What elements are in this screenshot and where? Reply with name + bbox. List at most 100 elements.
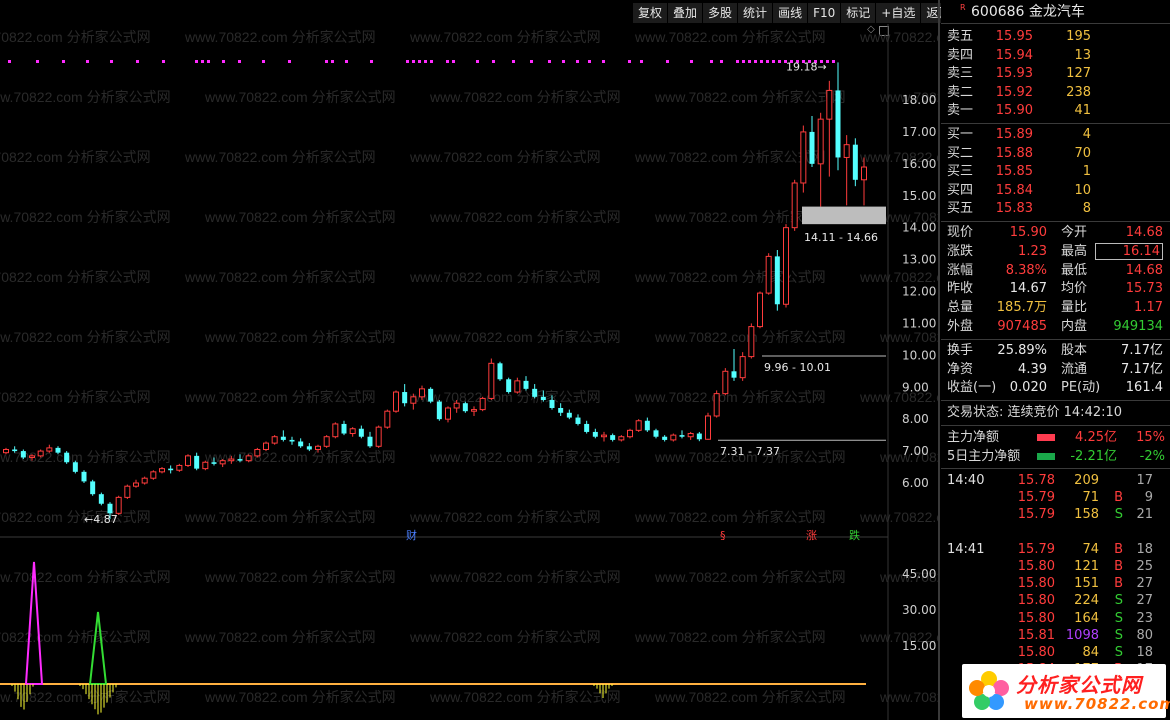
kline-chart[interactable]: www.70822.com 分析家公式网 www.70822.com 分析家公式网…	[0, 24, 938, 720]
flow-row[interactable]: 主力净额 4.25亿 15%	[941, 428, 1170, 447]
toolbar-button-2[interactable]: 多股	[703, 3, 738, 23]
signal-dot	[778, 60, 781, 63]
sell-levels-row[interactable]: 卖五 15.95 195	[941, 28, 1170, 47]
sell-levels-row[interactable]: 卖三 15.93 127	[941, 65, 1170, 84]
event-marker: 涨	[806, 529, 817, 542]
toolbar-button-1[interactable]: 叠加	[668, 3, 703, 23]
resistance-zone	[802, 206, 886, 225]
candle-body	[150, 471, 157, 479]
candle-body	[627, 429, 633, 438]
buy-levels-row[interactable]: 买一 15.89 4	[941, 126, 1170, 145]
toolbar-button-3[interactable]: 统计	[738, 3, 773, 23]
toolbar-button-0[interactable]: 复权	[633, 3, 668, 23]
stat-label: 今开	[1061, 224, 1088, 240]
candle-body	[72, 462, 78, 472]
candle-body	[358, 428, 364, 437]
sell-order-book: 卖五 15.95 195 卖四 15.94 13 卖三 15.93 127 卖二 15.92 238 卖…	[941, 28, 1170, 121]
sell-levels-row[interactable]: 卖二 15.92 238	[941, 84, 1170, 103]
signal-dot	[222, 60, 225, 63]
candle-body	[428, 388, 434, 402]
watermark-text: www.70822.com 分析家公式网	[184, 29, 376, 45]
signal-dots	[8, 60, 835, 63]
candle-body	[532, 388, 538, 397]
event-markers: 财 § 涨 跌	[406, 528, 860, 542]
signal-dot	[418, 60, 421, 63]
capital-flow: 主力净额 4.25亿 15% 5日主力净额 -2.21亿 -2%	[941, 428, 1170, 466]
stat-value: 161.4	[1125, 380, 1163, 396]
price-tick-label: 11.00	[902, 316, 936, 330]
stat-label: 净资	[947, 361, 974, 377]
watermark-text: www.70822.com 分析家公式网	[409, 149, 601, 165]
tick-row: 14:40 15.78 209 17	[941, 472, 1170, 489]
stat-label: 换手	[947, 342, 974, 358]
flow-percent: -2%	[1139, 449, 1165, 465]
stock-code: 600686	[971, 4, 1025, 20]
buy-levels-row[interactable]: 买四 15.84 10	[941, 182, 1170, 201]
flow-row[interactable]: 5日主力净额 -2.21亿 -2%	[941, 447, 1170, 466]
stat-value: 14.67	[1009, 281, 1047, 297]
tick-row: 15.81 1098 S 80	[941, 627, 1170, 644]
watermark-text: www.70822.com 分析家公式网	[0, 509, 151, 525]
stat-label: 流通	[1061, 361, 1088, 377]
watermark-text: www.70822.com 分析家公式网	[429, 89, 621, 105]
level-label: 卖四	[947, 47, 974, 63]
signal-dot	[201, 60, 204, 63]
signal-dot	[832, 60, 835, 63]
toolbar-button-4[interactable]: 画线	[773, 3, 808, 23]
level-price: 15.93	[995, 66, 1033, 82]
sell-levels-row[interactable]: 卖一 15.90 41	[941, 102, 1170, 121]
tick-row: 15.79 71 B 9	[941, 489, 1170, 506]
watermark-text: www.70822.com 分析家公式网	[654, 569, 846, 585]
stat-label: 现价	[947, 224, 974, 240]
level-price: 15.84	[995, 182, 1033, 198]
candle-body	[852, 144, 858, 180]
candle-body	[601, 434, 607, 438]
tick-direction: S	[1114, 627, 1123, 643]
toolbar-button-6[interactable]: 标记	[841, 3, 876, 23]
tick-volume: 158	[1074, 507, 1099, 523]
stat-value: 16.14	[1095, 242, 1163, 260]
price-tick-label: 15.00	[902, 189, 936, 203]
stat-value: 14.68	[1125, 224, 1163, 240]
tick-time: 14:41	[947, 541, 985, 557]
tick-time	[947, 627, 1015, 644]
tick-direction: B	[1114, 490, 1123, 506]
signal-dot	[288, 60, 291, 63]
tick-price: 15.80	[1017, 559, 1055, 575]
tick-list[interactable]: 14:40 15.78 209 17 15.79 71 B 9 15.79 158 S 21 14:41…	[941, 472, 1170, 695]
candle-body	[566, 412, 572, 418]
tick-volume	[1055, 524, 1099, 541]
candle-body	[549, 400, 555, 408]
tick-count: 80	[1136, 627, 1153, 643]
candle-body	[809, 131, 815, 164]
signal-dot	[748, 60, 751, 63]
signal-dot	[548, 60, 551, 63]
watermark-text: www.70822.com 分析家公式网	[0, 149, 151, 165]
toolbar-button-5[interactable]: F10	[808, 3, 841, 23]
signal-dot	[36, 60, 39, 63]
sell-levels-row[interactable]: 卖四 15.94 13	[941, 47, 1170, 66]
price-tick-label: 17.00	[902, 125, 936, 139]
buy-levels-row[interactable]: 买五 15.83 8	[941, 200, 1170, 219]
signal-dot	[406, 60, 409, 63]
signal-dot	[562, 60, 565, 63]
buy-levels-row[interactable]: 买三 15.85 1	[941, 163, 1170, 182]
level-label: 卖三	[947, 66, 974, 82]
candle-body	[843, 144, 850, 158]
candle-body	[237, 459, 243, 461]
tick-time	[947, 610, 1015, 627]
watermark-text: www.70822.com 分析家公式网	[429, 449, 621, 465]
flow-value: 4.25亿	[1075, 430, 1117, 446]
stat-value: 8.38%	[1005, 262, 1047, 278]
stat-value: 7.17亿	[1121, 342, 1163, 358]
panel-divider[interactable]	[938, 0, 940, 720]
candle-body	[202, 461, 209, 470]
candle-body	[289, 439, 295, 442]
tick-price	[1015, 524, 1055, 541]
kline-chart-canvas[interactable]: www.70822.com 分析家公式网 www.70822.com 分析家公式网…	[0, 24, 938, 720]
candle-body	[722, 370, 729, 395]
candle-body	[635, 420, 642, 431]
stat-label: 最高	[1061, 243, 1088, 259]
buy-levels-row[interactable]: 买二 15.88 70	[941, 145, 1170, 164]
toolbar-button-7[interactable]: +自选	[876, 3, 921, 23]
